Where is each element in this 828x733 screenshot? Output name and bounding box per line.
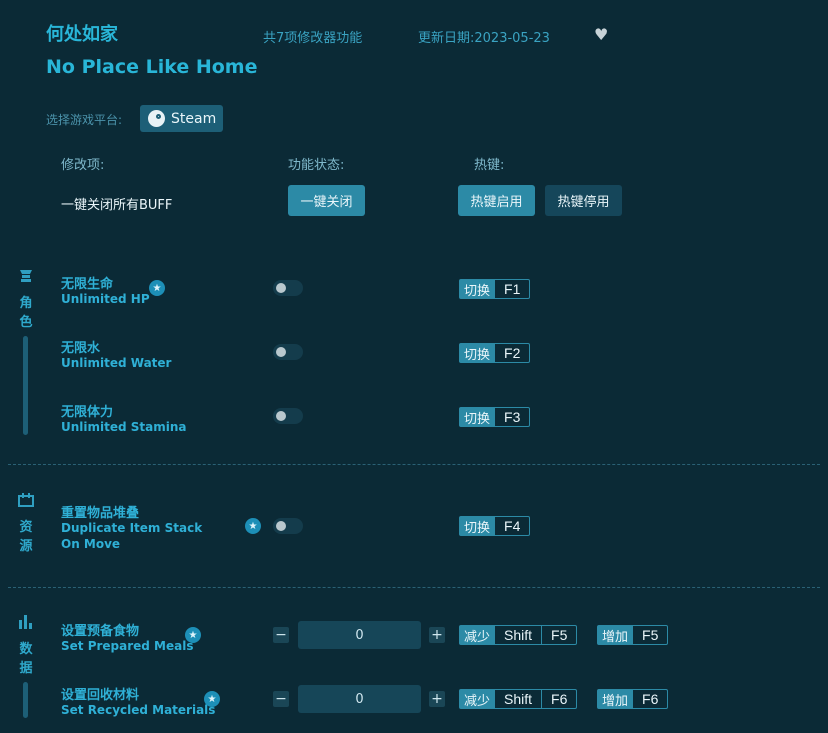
feature-name-en: Unlimited Stamina: [61, 420, 187, 434]
star-icon: ★: [245, 518, 261, 534]
feature-name-en: Duplicate Item Stack On Move: [61, 521, 203, 551]
hotkey-f2[interactable]: 切换 F2: [459, 343, 531, 363]
star-icon: ★: [149, 280, 165, 296]
heart-icon[interactable]: ♥: [594, 25, 608, 44]
resources-icon: [17, 492, 35, 508]
close-all-button[interactable]: 一键关闭: [288, 185, 365, 216]
hotkey-f1[interactable]: 切换 F1: [459, 279, 531, 299]
star-icon: ★: [204, 691, 220, 707]
numeric-name-en: Set Recycled Materials: [61, 703, 216, 717]
category-data-label: 数据: [19, 642, 33, 676]
category-resources-label: 资源: [19, 520, 33, 554]
hotkey-decrease-f5[interactable]: 减少 Shift F5: [459, 625, 578, 645]
character-icon: [17, 268, 35, 284]
feature-name-en: Unlimited HP: [61, 292, 150, 306]
game-title-en: No Place Like Home: [46, 56, 258, 78]
toggle-unlimited-stamina[interactable]: [273, 408, 303, 424]
increment-button[interactable]: +: [429, 691, 445, 707]
hotkey-f3[interactable]: 切换 F3: [459, 407, 531, 427]
steam-label: Steam: [171, 110, 217, 127]
decrement-button[interactable]: −: [273, 691, 289, 707]
steam-platform-button[interactable]: Steam: [140, 105, 223, 132]
decrement-button[interactable]: −: [273, 627, 289, 643]
increment-button[interactable]: +: [429, 627, 445, 643]
column-status: 功能状态:: [288, 158, 345, 173]
feature-name-cn: 无限水: [61, 341, 101, 356]
hotkey-disable-button[interactable]: 热键停用: [545, 185, 622, 216]
steam-icon: [148, 110, 165, 127]
toggle-unlimited-hp[interactable]: [273, 280, 303, 296]
column-mod: 修改项:: [61, 158, 105, 173]
feature-name-en: Unlimited Water: [61, 356, 172, 370]
numeric-name-cn: 设置预备食物: [61, 624, 140, 639]
toggle-duplicate-item-stack[interactable]: [273, 518, 303, 534]
category-character-label: 角色: [19, 296, 33, 330]
feature-count: 共7项修改器功能: [263, 31, 363, 46]
feature-name-cn: 重置物品堆叠: [61, 506, 140, 521]
hotkey-increase-f6[interactable]: 增加 F6: [597, 689, 669, 709]
hotkey-increase-f5[interactable]: 增加 F5: [597, 625, 669, 645]
platform-label: 选择游戏平台:: [46, 113, 123, 127]
section-divider: [8, 464, 820, 465]
recycled-materials-input[interactable]: 0: [298, 685, 421, 713]
numeric-name-en: Set Prepared Meals: [61, 639, 194, 653]
hotkey-f4[interactable]: 切换 F4: [459, 516, 531, 536]
feature-name-cn: 无限生命: [61, 277, 114, 292]
feature-name-cn: 无限体力: [61, 405, 114, 420]
data-icon: [17, 614, 35, 630]
toggle-unlimited-water[interactable]: [273, 344, 303, 360]
update-date: 更新日期:2023-05-23: [418, 31, 550, 46]
close-all-buff-label: 一键关闭所有BUFF: [61, 198, 173, 213]
prepared-meals-input[interactable]: 0: [298, 621, 421, 649]
hotkey-decrease-f6[interactable]: 减少 Shift F6: [459, 689, 578, 709]
star-icon: ★: [185, 627, 201, 643]
numeric-name-cn: 设置回收材料: [61, 688, 140, 703]
category-character-bar: [23, 336, 28, 435]
category-data-bar: [23, 682, 28, 718]
column-hotkey: 热键:: [474, 158, 505, 173]
hotkey-enable-button[interactable]: 热键启用: [458, 185, 535, 216]
section-divider: [8, 587, 820, 588]
game-title-cn: 何处如家: [46, 24, 118, 45]
